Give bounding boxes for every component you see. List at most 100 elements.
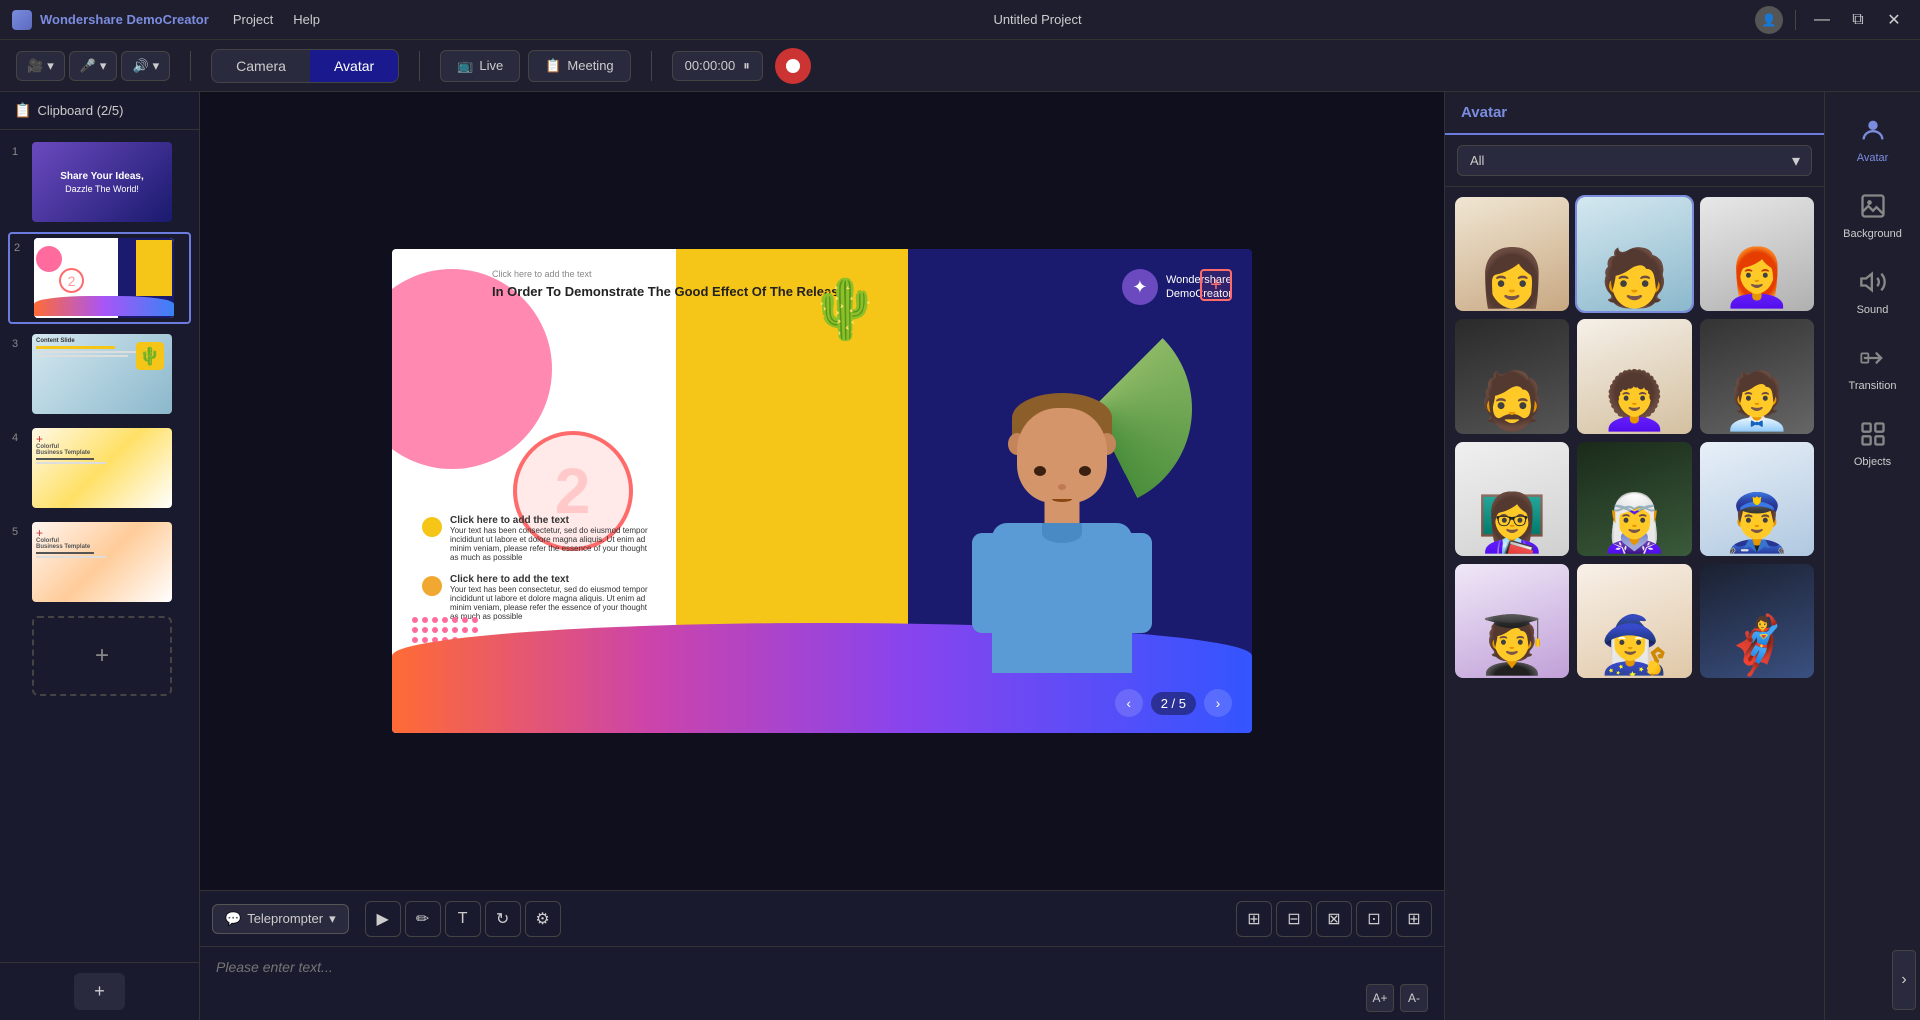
settings-tool-button[interactable]: ⚙: [525, 901, 561, 937]
bottom-controls: 💬 Teleprompter ▾ ▶ ✏ T ↻ ⚙ ⊞ ⊟ ⊠ ⊡ ⊞: [200, 890, 1444, 1020]
bullet-item-2: Click here to add the text Your text has…: [422, 574, 650, 621]
live-meeting-group: 📺 Live 📋 Meeting: [440, 50, 630, 82]
meeting-label: Meeting: [567, 58, 613, 73]
avatar-toggle-button[interactable]: Avatar: [310, 50, 398, 82]
loop-tool-button[interactable]: ↻: [485, 901, 521, 937]
slide-title-area: Click here to add the text In Order To D…: [492, 269, 846, 301]
avatar-panel-icon: [1855, 112, 1891, 148]
background-panel-icon: [1855, 188, 1891, 224]
meeting-icon: 📋: [545, 58, 561, 74]
toolbar-divider-2: [419, 51, 420, 81]
sidebar-item-objects[interactable]: Objects: [1833, 406, 1913, 478]
layout-btn-4[interactable]: ⊡: [1356, 901, 1392, 937]
menu-help[interactable]: Help: [293, 12, 320, 27]
add-slide-placeholder[interactable]: +: [32, 616, 172, 696]
sidebar-item-sound[interactable]: Sound: [1833, 254, 1913, 326]
slide-item-add[interactable]: +: [8, 612, 191, 700]
teleprompter-input[interactable]: [216, 959, 1428, 975]
menu-items: Project Help: [233, 12, 320, 27]
sidebar-left: 📋 Clipboard (2/5) 1 Share Your Ideas, Da…: [0, 92, 200, 1020]
layout-btn-1[interactable]: ⊞: [1236, 901, 1272, 937]
bullet-body-1: Your text has been consectetur, sed do e…: [450, 526, 650, 562]
teleprompter-button[interactable]: 💬 Teleprompter ▾: [212, 904, 349, 934]
pause-icon: ⏸: [743, 58, 750, 74]
page-next-button[interactable]: ›: [1204, 689, 1232, 717]
slide-item-2[interactable]: 2 2: [8, 232, 191, 324]
canvas-add-button[interactable]: +: [1200, 269, 1232, 301]
transition-panel-label: Transition: [1849, 380, 1897, 392]
layout-btn-3[interactable]: ⊠: [1316, 901, 1352, 937]
avatar-card-12[interactable]: 🦸‍♀️: [1700, 564, 1814, 678]
canvas-viewport: + Click here to add the text In Order To…: [200, 92, 1444, 890]
avatar-card-10[interactable]: 🧑‍🎓: [1455, 564, 1569, 678]
avatar-on-canvas: [952, 393, 1172, 673]
objects-panel-icon: [1855, 416, 1891, 452]
sound-panel-label: Sound: [1857, 304, 1889, 316]
teleprompter-tools: ▶ ✏ T ↻ ⚙: [357, 901, 1228, 937]
avatar-card-7[interactable]: 👩‍🏫: [1455, 442, 1569, 556]
draw-tool-button[interactable]: ✏: [405, 901, 441, 937]
meeting-button[interactable]: 📋 Meeting: [528, 50, 630, 82]
restore-button[interactable]: ⧉: [1844, 6, 1872, 34]
avatar-card-2[interactable]: 🧑: [1577, 197, 1691, 311]
click-to-add-text[interactable]: Click here to add the text: [492, 269, 846, 279]
camera-toggle-button[interactable]: Camera: [212, 50, 310, 82]
sidebar-header: 📋 Clipboard (2/5): [0, 92, 199, 130]
avatar-card-6[interactable]: 🧑‍💼: [1700, 319, 1814, 433]
bullet-title-2[interactable]: Click here to add the text: [450, 574, 650, 585]
scroll-more-button[interactable]: ›: [1892, 950, 1916, 1010]
live-button[interactable]: 📺 Live: [440, 50, 520, 82]
cactus-decoration: 🌵: [807, 273, 882, 344]
close-button[interactable]: ✕: [1880, 6, 1908, 34]
bullet-title-1[interactable]: Click here to add the text: [450, 515, 650, 526]
title-bar-center: Untitled Project: [993, 12, 1081, 27]
user-avatar[interactable]: 👤: [1755, 6, 1783, 34]
slide-item-4[interactable]: 4 + ColorfulBusiness Template: [8, 424, 191, 512]
slide-number-3: 3: [12, 338, 26, 350]
avatar-panel-header: Avatar: [1445, 92, 1824, 135]
avatar-card-4[interactable]: 🧔: [1455, 319, 1569, 433]
layout-btn-5[interactable]: ⊞: [1396, 901, 1432, 937]
play-tool-button[interactable]: ▶: [365, 901, 401, 937]
webcam-icon: 🎥: [27, 58, 43, 74]
slide-main-title[interactable]: In Order To Demonstrate The Good Effect …: [492, 283, 846, 301]
avatar-body: [992, 523, 1132, 673]
webcam-button[interactable]: 🎥 ▾: [16, 51, 65, 81]
avatar-collar: [1042, 523, 1082, 543]
record-button[interactable]: [775, 48, 811, 84]
avatar-card-1[interactable]: 👩: [1455, 197, 1569, 311]
title-bar-right: 👤 — ⧉ ✕: [1755, 6, 1908, 34]
teleprompter-dropdown-icon: ▾: [329, 911, 336, 927]
avatar-card-3[interactable]: 👩‍🦰: [1700, 197, 1814, 311]
speaker-button[interactable]: 🔊 ▾: [121, 51, 170, 81]
avatar-card-9[interactable]: 👮‍♂️: [1700, 442, 1814, 556]
record-dot-icon: [786, 59, 800, 73]
slide-item-1[interactable]: 1 Share Your Ideas, Dazzle The World!: [8, 138, 191, 226]
sidebar-item-avatar[interactable]: Avatar: [1833, 102, 1913, 174]
menu-project[interactable]: Project: [233, 12, 273, 27]
cam-avatar-toggle: Camera Avatar: [211, 49, 399, 83]
slide-thumb-2: 2: [34, 238, 174, 318]
slide-item-3[interactable]: 3 Content Slide 🌵: [8, 330, 191, 418]
font-decrease-button[interactable]: A-: [1400, 984, 1428, 1012]
layout-btn-2[interactable]: ⊟: [1276, 901, 1312, 937]
avatar-eyes: [1017, 446, 1107, 476]
page-prev-button[interactable]: ‹: [1115, 689, 1143, 717]
teleprompter-label: Teleprompter: [247, 911, 323, 926]
live-label: Live: [479, 58, 503, 73]
avatar-card-11[interactable]: 🧙‍♀️: [1577, 564, 1691, 678]
avatar-card-5[interactable]: 👩‍🦱: [1577, 319, 1691, 433]
slide-item-5[interactable]: 5 + ColorfulBusiness Template: [8, 518, 191, 606]
font-increase-button[interactable]: A+: [1366, 984, 1394, 1012]
text-tool-button[interactable]: T: [445, 901, 481, 937]
avatar-card-8[interactable]: 🧝‍♀️: [1577, 442, 1691, 556]
avatar-face: [1017, 446, 1107, 526]
minimize-button[interactable]: —: [1808, 6, 1836, 34]
sidebar-item-background[interactable]: Background: [1833, 178, 1913, 250]
sidebar-item-transition[interactable]: Transition: [1833, 330, 1913, 402]
bullet-items: Click here to add the text Your text has…: [422, 515, 650, 621]
avatar-filter-select[interactable]: All Realistic Cartoon Anime: [1457, 145, 1812, 176]
bullet-icon-1: [422, 517, 442, 537]
mic-button[interactable]: 🎤 ▾: [69, 51, 118, 81]
add-slide-button[interactable]: +: [74, 973, 125, 1010]
